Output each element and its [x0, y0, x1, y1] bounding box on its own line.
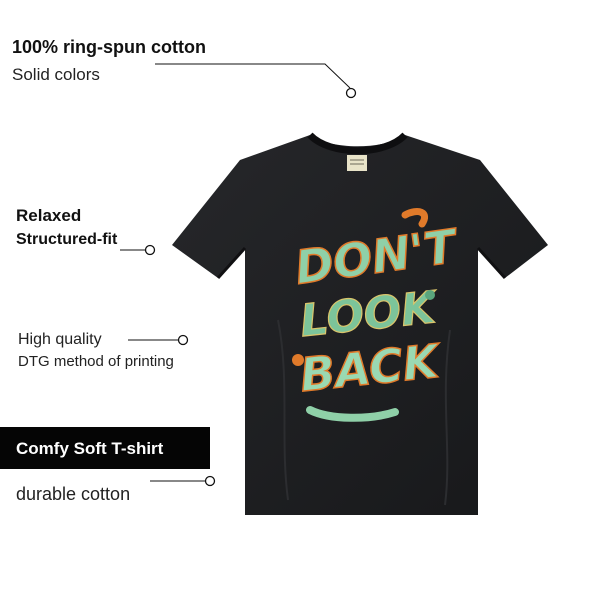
soft-feature-subtitle: durable cotton: [16, 484, 131, 504]
fit-feature-title: Relaxed: [16, 206, 82, 225]
fit-feature-subtitle: Structured-fit: [16, 231, 118, 248]
soft-feature-badge-label: Comfy Soft T-shirt: [16, 438, 164, 458]
cotton-feature-subtitle: Solid colors: [12, 65, 100, 84]
neck-label: [347, 155, 367, 171]
cotton-feature-title: 100% ring-spun cotton: [12, 37, 207, 57]
tshirt-image: DON'T LOOK BACK: [172, 132, 548, 515]
fit-callout-dot: [144, 244, 156, 256]
print-feature-subtitle: DTG method of printing: [18, 353, 174, 370]
fit-callout-line: [120, 244, 156, 256]
cotton-callout-line: [155, 63, 357, 99]
cotton-callout-dot: [345, 87, 357, 99]
print-feature-title: High quality: [18, 331, 102, 348]
